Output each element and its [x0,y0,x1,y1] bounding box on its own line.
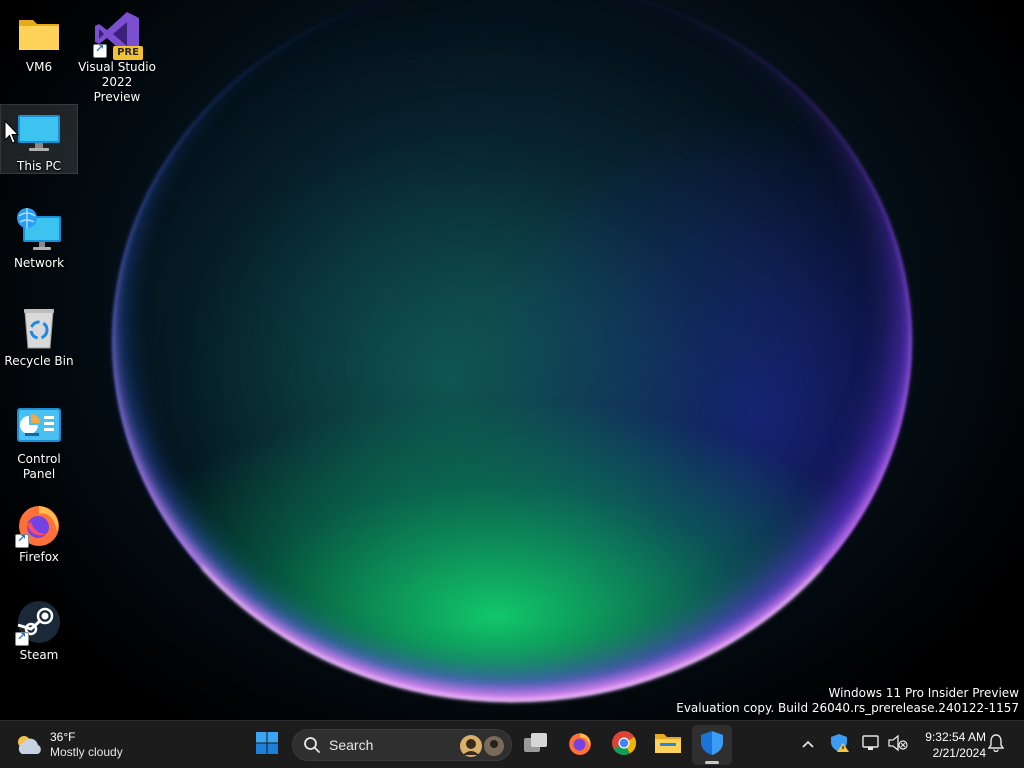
watermark-line-build: Evaluation copy. Build 26040.rs_prerelea… [676,701,1019,715]
desktop-icon-label: Control Panel [17,452,61,481]
desktop-icon-label: Recycle Bin [4,354,74,368]
clock-time: 9:32:54 AM [925,730,986,744]
network-icon [15,206,63,254]
show-hidden-icons-button[interactable] [796,733,820,757]
folder-icon [15,10,63,58]
desktop-icon-label: This PC [17,159,61,173]
taskbar-firefox-button[interactable] [560,725,600,765]
weather-temperature: 36°F [50,730,76,744]
desktop-icon-label: Network [13,256,65,270]
task-view-icon [523,732,549,759]
firefox-icon [15,500,63,548]
chevron-up-icon [801,736,815,754]
cloudy-weather-icon [14,732,44,758]
taskbar-clock[interactable]: 9:32:54 AM 2/21/2024 [914,729,986,761]
defender-shield-icon [700,730,724,761]
desktop-icon-label: Firefox [19,550,59,564]
notifications-button[interactable] [984,733,1008,757]
firefox-icon [567,730,593,761]
desktop-icon-visual-studio[interactable]: PRE Visual Studio 2022 Preview [78,6,156,104]
bell-icon [987,733,1005,757]
tray-network[interactable] [860,733,884,757]
monitor-icon [15,109,63,157]
taskbar-chrome-button[interactable] [604,725,644,765]
weather-condition: Mostly cloudy [50,745,123,759]
tray-security-warning[interactable] [828,733,852,757]
task-view-button[interactable] [516,725,556,765]
chrome-icon [611,730,637,761]
taskbar-file-explorer-button[interactable] [648,725,688,765]
shortcut-arrow-icon [15,532,29,548]
visual-studio-icon: PRE [93,10,143,60]
desktop-icon-control-panel[interactable]: Control Panel [0,398,78,481]
windows-logo-icon [255,731,279,760]
recycle-bin-icon [15,304,63,352]
desktop-icon-steam[interactable]: Steam [0,594,78,664]
start-button[interactable] [247,725,287,765]
taskbar-defender-button[interactable] [692,725,732,765]
search-icon [303,736,321,754]
desktop-icon-network[interactable]: Network [0,202,78,272]
desktop-icon-label: Visual Studio 2022 Preview [78,60,156,104]
desktop-icon-vm6[interactable]: VM6 [0,6,78,76]
taskbar: 36°F Mostly cloudy Search 9:32:54 AM 2/2… [0,720,1024,768]
search-label: Search [329,737,374,753]
desktop-icon-recycle-bin[interactable]: Recycle Bin [0,300,78,370]
shortcut-arrow-icon [93,42,107,58]
desktop-icon-label: VM6 [25,60,53,74]
weather-widget[interactable]: 36°F Mostly cloudy [14,727,144,763]
volume-muted-icon [888,734,908,757]
search-highlight-icon [459,733,505,759]
clock-date: 2/21/2024 [932,746,986,760]
shortcut-arrow-icon [15,630,29,646]
taskbar-search-box[interactable]: Search [292,729,512,761]
mouse-pointer-icon [4,119,20,146]
weather-text: 36°F Mostly cloudy [50,730,123,760]
security-warning-icon [830,733,850,758]
steam-icon [15,598,63,646]
preview-badge: PRE [113,46,143,60]
control-panel-icon [15,402,63,450]
desktop[interactable]: VM6 PRE Visual Studio 2022 Preview This … [0,0,1024,720]
file-explorer-icon [654,731,682,760]
desktop-icon-label: Steam [19,648,59,662]
tray-volume[interactable] [886,733,910,757]
watermark-line-edition: Windows 11 Pro Insider Preview [828,686,1019,700]
wallpaper-bloom-edge [112,0,912,702]
evaluation-watermark: Windows 11 Pro Insider Preview Evaluatio… [676,686,1019,716]
desktop-icon-firefox[interactable]: Firefox [0,496,78,566]
network-disconnected-icon [862,734,882,757]
